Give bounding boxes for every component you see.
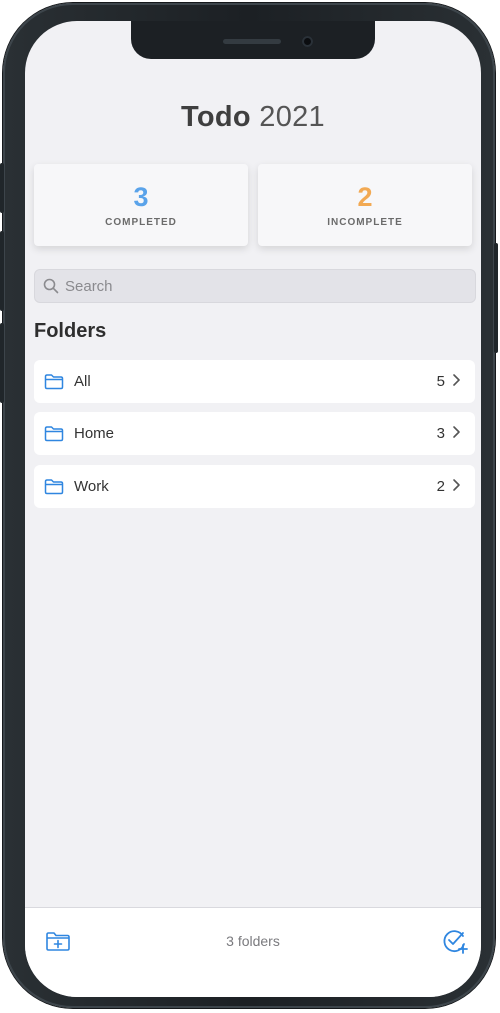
phone-frame: Todo 2021 3 COMPLETED 2 INCOMPLETE Folde… xyxy=(0,3,498,1008)
folder-count: 5 xyxy=(436,373,445,390)
folder-icon xyxy=(44,374,64,390)
bottom-toolbar: 3 folders xyxy=(25,907,481,997)
phone-side-button xyxy=(0,323,4,403)
folder-item-all[interactable]: All 5 xyxy=(34,360,475,403)
speaker-grille xyxy=(223,39,281,44)
incomplete-label: INCOMPLETE xyxy=(327,217,403,228)
phone-notch xyxy=(131,21,375,59)
title-bold: Todo xyxy=(181,101,251,133)
chevron-right-icon xyxy=(453,479,460,491)
phone-side-button xyxy=(0,231,4,311)
chevron-right-icon xyxy=(453,426,460,438)
completed-count: 3 xyxy=(133,182,149,212)
title-light: 2021 xyxy=(259,101,325,133)
chevron-right-icon xyxy=(453,374,460,386)
search-icon xyxy=(43,278,59,294)
search-input[interactable] xyxy=(65,270,465,302)
folder-icon xyxy=(44,479,64,495)
app-screen: Todo 2021 3 COMPLETED 2 INCOMPLETE Folde… xyxy=(25,21,481,997)
folder-count: 3 xyxy=(436,425,445,442)
incomplete-count: 2 xyxy=(357,182,373,212)
page-title: Todo 2021 xyxy=(25,101,481,134)
camera-icon xyxy=(302,36,313,47)
folder-item-home[interactable]: Home 3 xyxy=(34,412,475,455)
incomplete-card[interactable]: 2 INCOMPLETE xyxy=(258,164,472,246)
search-bar xyxy=(34,269,476,303)
phone-side-button xyxy=(494,243,498,353)
folder-name: All xyxy=(74,373,91,390)
folders-heading: Folders xyxy=(34,320,107,342)
folder-count: 2 xyxy=(436,478,445,495)
folder-count-status: 3 folders xyxy=(226,933,280,949)
folder-icon xyxy=(44,426,64,442)
phone-side-button xyxy=(0,163,4,213)
folder-name: Home xyxy=(74,425,115,442)
completed-card[interactable]: 3 COMPLETED xyxy=(34,164,248,246)
completed-label: COMPLETED xyxy=(105,217,177,228)
folder-name: Work xyxy=(74,478,109,495)
new-todo-icon[interactable] xyxy=(441,927,469,955)
folder-item-work[interactable]: Work 2 xyxy=(34,465,475,508)
